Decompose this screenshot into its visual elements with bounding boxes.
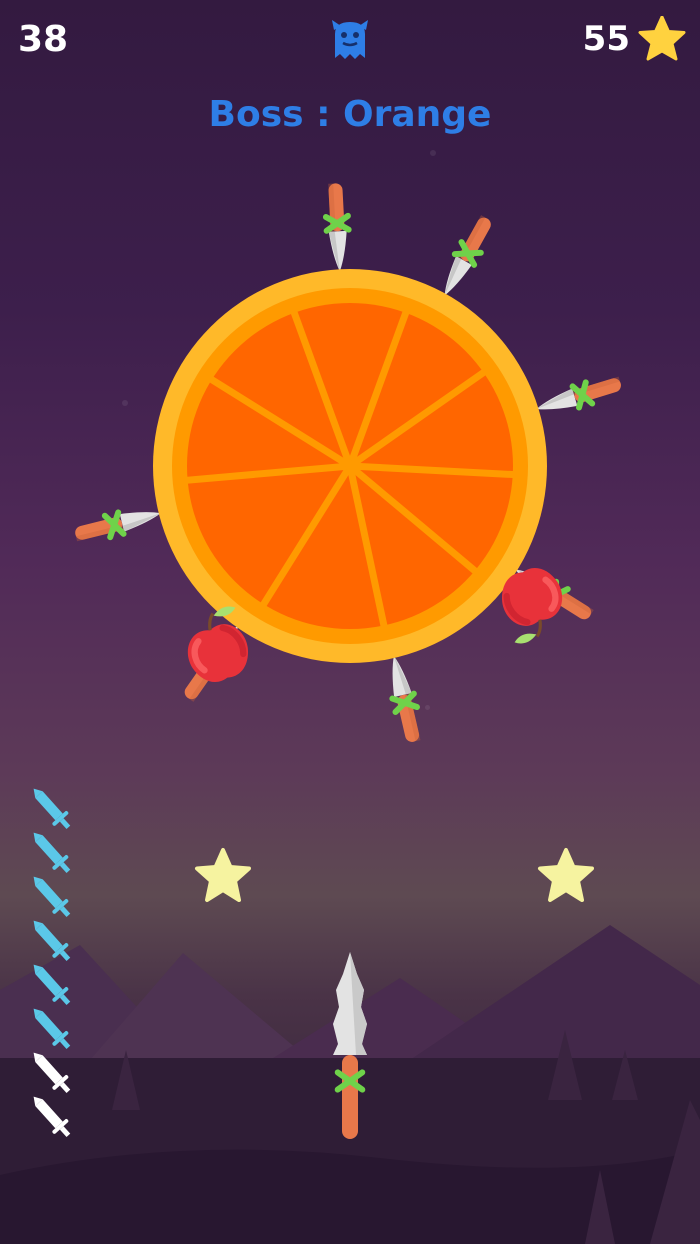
stuck-knife [379, 652, 429, 746]
knife-icon-used [26, 913, 76, 967]
knife-icon-used [26, 781, 76, 835]
stuck-knife [71, 498, 165, 550]
knife-icon-used [26, 1001, 76, 1055]
knife-icon-used [26, 869, 76, 923]
game-field [26, 182, 626, 1143]
knife-icon-available [26, 1089, 76, 1143]
floating-star-left [195, 848, 251, 902]
knife-icon-available [26, 1045, 76, 1099]
orange-target [153, 269, 547, 663]
target-board [71, 182, 626, 746]
knife-icon-used [26, 957, 76, 1011]
player-knife[interactable] [333, 952, 367, 1139]
knife-icon-used [26, 825, 76, 879]
knives-remaining [26, 781, 76, 1143]
stuck-knife [532, 368, 626, 424]
floating-star-right [538, 848, 594, 902]
stuck-knife [431, 211, 501, 303]
stuck-knife [320, 182, 355, 273]
